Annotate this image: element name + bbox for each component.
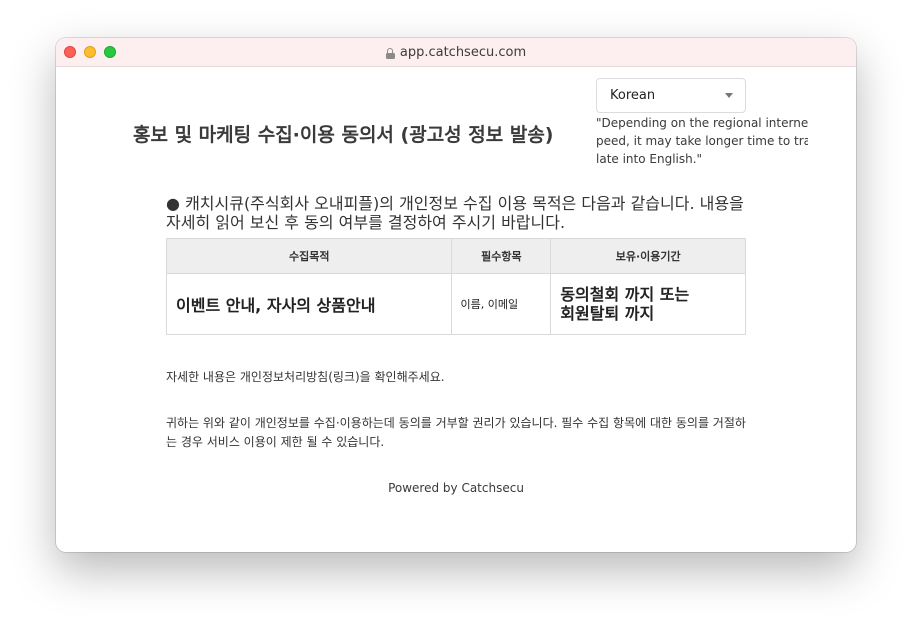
translation-notice-line: late into English.": [596, 152, 703, 166]
cell-required-items: 이름, 이메일: [451, 273, 552, 335]
powered-by-footer: Powered by Catchsecu: [388, 481, 524, 495]
header-purpose: 수집목적: [165, 238, 453, 274]
refusal-rights-note: 귀하는 위와 같이 개인정보를 수집·이용하는데 동의를 거부할 권리가 있습니…: [166, 416, 746, 449]
table-row: 이벤트 안내, 자사의 상품안내 이름, 이메일 동의철회 까지 또는 회원탈퇴…: [165, 273, 746, 335]
translation-notice: "Depending on the regional internet s pe…: [596, 114, 808, 168]
lock-icon: [385, 48, 395, 59]
collection-purpose-intro: ● 캐치시큐(주식회사 오내피플)의 개인정보 수집 이용 목적은 다음과 같습…: [166, 194, 746, 232]
browser-window: app.catchsecu.com 홍보 및 마케팅 수집·이용 동의서 (광고…: [56, 38, 856, 552]
language-select[interactable]: Korean: [596, 78, 746, 113]
collection-purpose-table: 수집목적 필수항목 보유·이용기간 이벤트 안내, 자사의 상품안내 이름, 이…: [165, 238, 746, 335]
page-title: 홍보 및 마케팅 수집·이용 동의서 (광고성 정보 발송): [133, 124, 554, 146]
url-text: app.catchsecu.com: [399, 45, 527, 60]
translation-notice-line: peed, it may take longer time to trans: [596, 134, 808, 148]
title-bar: app.catchsecu.com: [56, 38, 856, 67]
translation-notice-line: "Depending on the regional internet s: [596, 116, 808, 130]
header-required-items: 필수항목: [451, 238, 552, 274]
retention-period-line: 동의철회 까지 또는: [560, 285, 690, 304]
retention-period-line: 회원탈퇴 까지: [560, 304, 655, 323]
cell-purpose: 이벤트 안내, 자사의 상품안내: [165, 273, 453, 335]
cell-retention-period: 동의철회 까지 또는 회원탈퇴 까지: [550, 273, 746, 335]
intro-text: 캐치시큐(주식회사 오내피플)의 개인정보 수집 이용 목적은 다음과 같습니다…: [166, 194, 744, 232]
bullet-icon: ●: [166, 194, 180, 213]
header-retention-period: 보유·이용기간: [550, 238, 746, 274]
language-select-value: Korean: [610, 88, 656, 103]
address-bar[interactable]: app.catchsecu.com: [56, 38, 856, 67]
chevron-down-icon: [725, 93, 733, 98]
table-header-row: 수집목적 필수항목 보유·이용기간: [165, 238, 746, 274]
privacy-policy-note[interactable]: 자세한 내용은 개인정보처리방침(링크)을 확인해주세요.: [166, 368, 445, 385]
